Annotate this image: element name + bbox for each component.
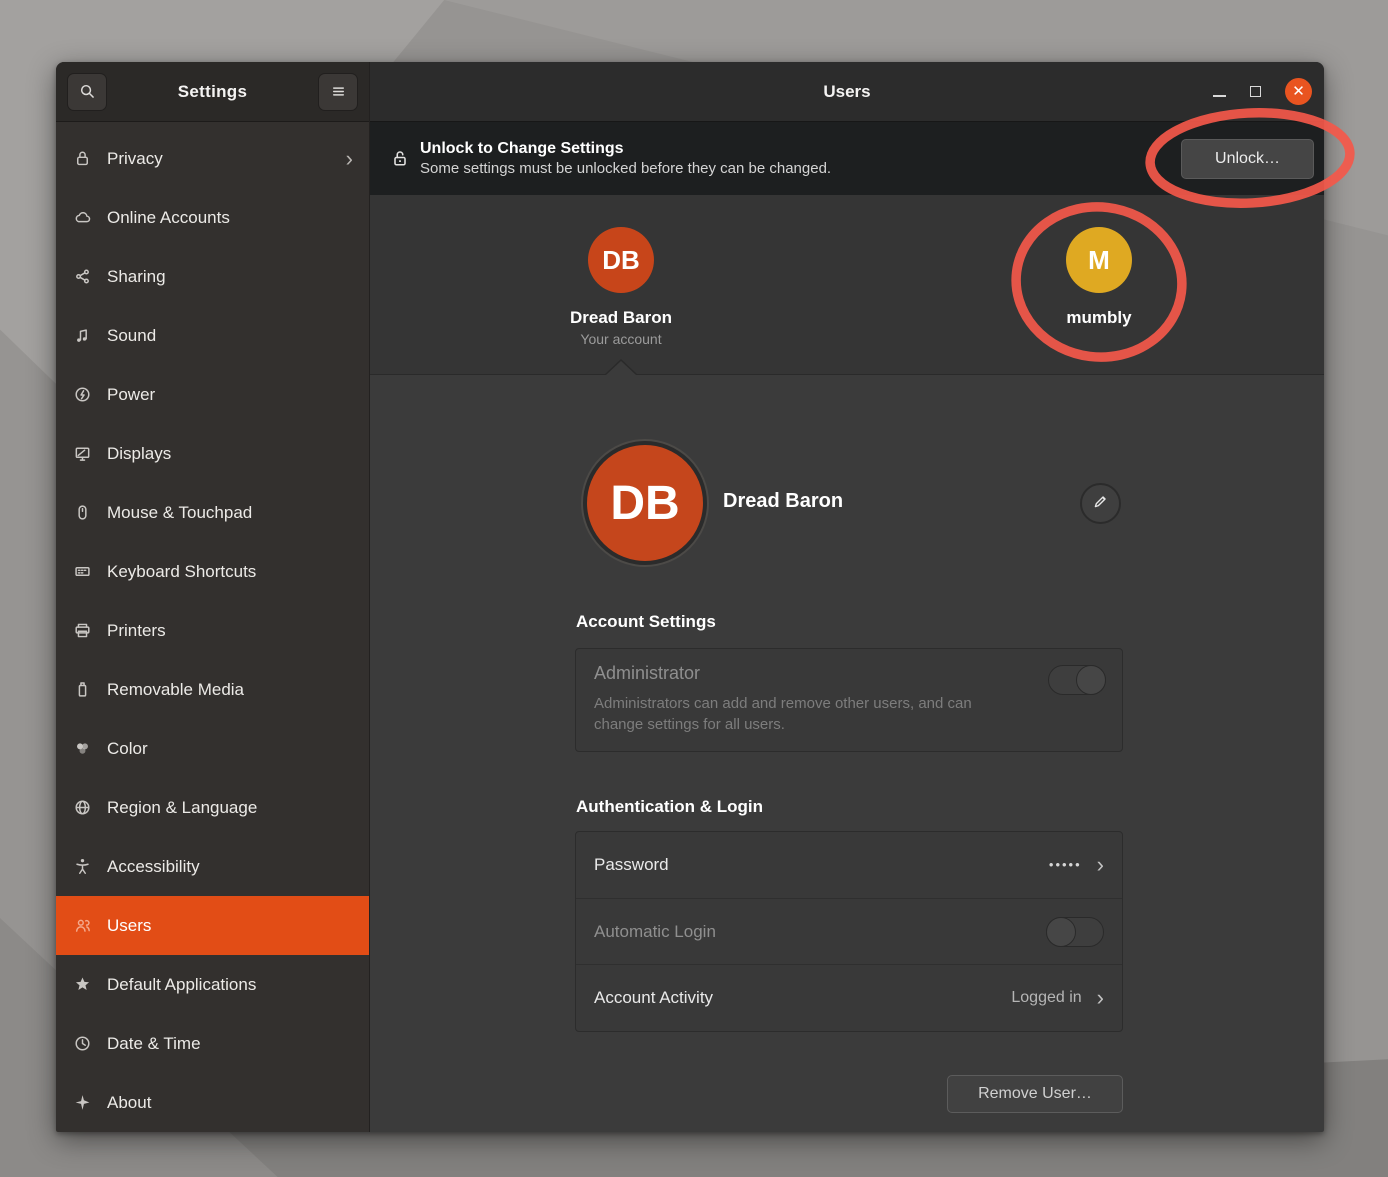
administrator-label: Administrator	[594, 663, 1104, 684]
user-carousel: DB Dread Baron Your account M mumbly	[370, 195, 1324, 375]
color-circles-icon	[72, 739, 92, 759]
account-activity-value: Logged in	[1011, 989, 1081, 1007]
sidebar-item-keyboard-shortcuts[interactable]: Keyboard Shortcuts	[56, 542, 369, 601]
minimize-icon[interactable]	[1213, 95, 1226, 97]
user-dread-baron[interactable]: DB Dread Baron Your account	[570, 227, 672, 347]
account-activity-row[interactable]: Account Activity Logged in ›	[576, 964, 1122, 1031]
unlock-button[interactable]: Unlock…	[1181, 139, 1314, 179]
star-icon	[72, 975, 92, 995]
music-note-icon	[72, 326, 92, 346]
authentication-card: Password ••••• › Automatic Login Account…	[575, 831, 1123, 1032]
hamburger-menu-icon	[328, 82, 348, 102]
password-dots: •••••	[1049, 857, 1082, 872]
sidebar: Settings Privacy › Online Accounts	[56, 62, 370, 1132]
sidebar-item-date-time[interactable]: Date & Time	[56, 1014, 369, 1073]
banner-text: Unlock to Change Settings Some settings …	[420, 140, 831, 177]
settings-window: Settings Privacy › Online Accounts	[56, 62, 1324, 1132]
profile-name: Dread Baron	[723, 490, 843, 513]
sidebar-title: Settings	[107, 82, 318, 102]
chevron-right-icon: ›	[346, 148, 353, 170]
lock-icon	[72, 149, 92, 169]
power-icon	[72, 385, 92, 405]
main-headerbar: Users ✕	[370, 62, 1324, 122]
sidebar-item-accessibility[interactable]: Accessibility	[56, 837, 369, 896]
administrator-card: Administrator Administrators can add and…	[575, 648, 1123, 752]
automatic-login-row: Automatic Login	[576, 898, 1122, 965]
avatar: M	[1066, 227, 1132, 293]
administrator-description: Administrators can add and remove other …	[594, 693, 1024, 735]
avatar: DB	[588, 227, 654, 293]
chevron-right-icon: ›	[1097, 987, 1104, 1009]
monitor-icon	[72, 444, 92, 464]
sparkle-icon	[72, 1093, 92, 1113]
unlock-banner: Unlock to Change Settings Some settings …	[370, 122, 1324, 195]
search-button[interactable]	[67, 73, 107, 111]
printer-icon	[72, 621, 92, 641]
sidebar-item-online-accounts[interactable]: Online Accounts	[56, 188, 369, 247]
sidebar-header: Settings	[56, 62, 369, 122]
sidebar-item-mouse-touchpad[interactable]: Mouse & Touchpad	[56, 483, 369, 542]
share-icon	[72, 267, 92, 287]
sidebar-item-sound[interactable]: Sound	[56, 306, 369, 365]
mouse-icon	[72, 503, 92, 523]
section-heading-account-settings: Account Settings	[576, 612, 716, 632]
cloud-icon	[72, 208, 92, 228]
search-icon	[77, 82, 97, 102]
banner-title: Unlock to Change Settings	[420, 140, 831, 158]
sidebar-item-users[interactable]: Users	[56, 896, 369, 955]
avatar: DB	[583, 441, 707, 565]
password-row[interactable]: Password ••••• ›	[576, 832, 1122, 898]
edit-avatar-button[interactable]	[1080, 483, 1121, 524]
sidebar-item-privacy[interactable]: Privacy ›	[56, 129, 369, 188]
user-mumbly[interactable]: M mumbly	[1066, 227, 1132, 328]
administrator-toggle	[1048, 665, 1106, 695]
sidebar-item-default-applications[interactable]: Default Applications	[56, 955, 369, 1014]
sidebar-item-power[interactable]: Power	[56, 365, 369, 424]
lock-icon	[390, 149, 410, 169]
keyboard-icon	[72, 562, 92, 582]
automatic-login-toggle	[1046, 917, 1104, 947]
pencil-icon	[1092, 493, 1109, 515]
close-icon[interactable]: ✕	[1285, 78, 1312, 105]
maximize-icon[interactable]	[1250, 86, 1261, 97]
page-title: Users	[370, 82, 1324, 102]
usb-drive-icon	[72, 680, 92, 700]
chevron-right-icon: ›	[1097, 854, 1104, 876]
sidebar-item-printers[interactable]: Printers	[56, 601, 369, 660]
main-panel: Users ✕ Unlock to Change Settings Some s…	[370, 62, 1324, 1132]
sidebar-item-sharing[interactable]: Sharing	[56, 247, 369, 306]
sidebar-item-removable-media[interactable]: Removable Media	[56, 660, 369, 719]
users-icon	[72, 916, 92, 936]
section-heading-authentication: Authentication & Login	[576, 797, 763, 817]
user-detail: DB Dread Baron Account Settings Administ…	[370, 375, 1324, 1132]
globe-icon	[72, 798, 92, 818]
sidebar-item-region-language[interactable]: Region & Language	[56, 778, 369, 837]
window-controls: ✕	[1213, 78, 1324, 105]
clock-icon	[72, 1034, 92, 1054]
menu-button[interactable]	[318, 73, 358, 111]
sidebar-item-displays[interactable]: Displays	[56, 424, 369, 483]
remove-user-button[interactable]: Remove User…	[947, 1075, 1123, 1113]
selected-user-caret	[606, 361, 636, 375]
banner-subtitle: Some settings must be unlocked before th…	[420, 160, 831, 177]
sidebar-list: Privacy › Online Accounts Sharing So	[56, 122, 369, 1132]
accessibility-icon	[72, 857, 92, 877]
sidebar-item-color[interactable]: Color	[56, 719, 369, 778]
sidebar-item-about[interactable]: About	[56, 1073, 369, 1132]
